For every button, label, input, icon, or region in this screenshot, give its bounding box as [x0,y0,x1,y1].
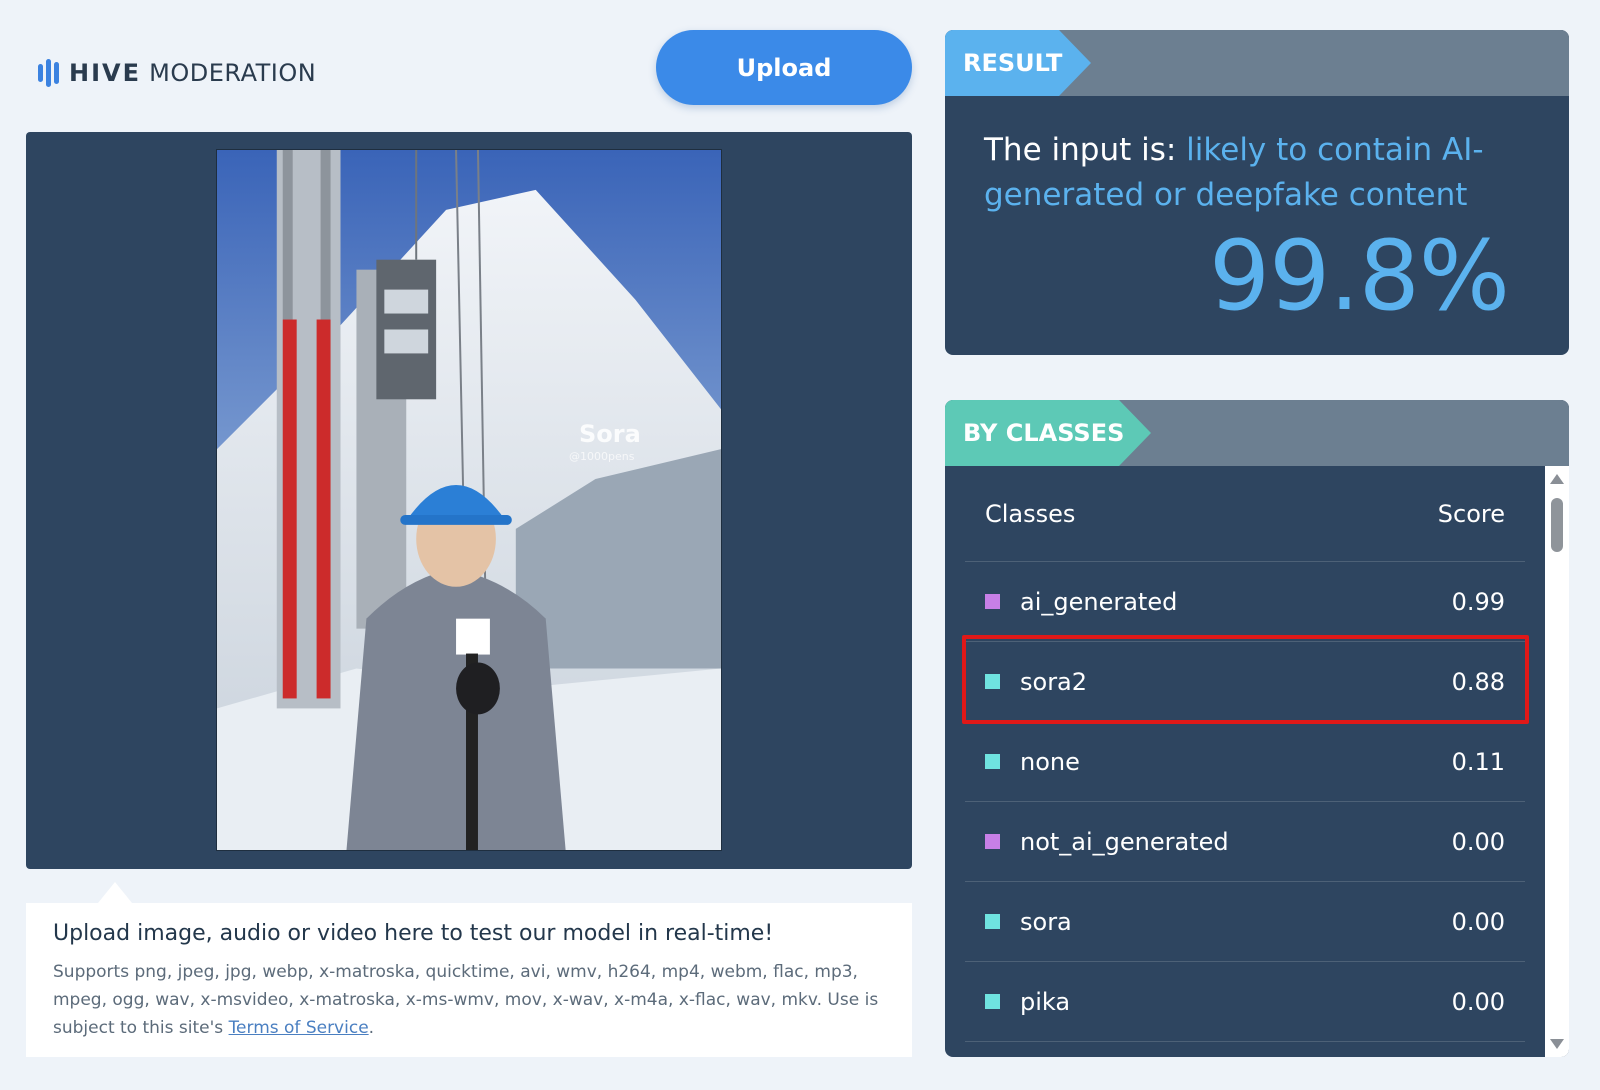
logo-brand-bold: HIVE [69,59,141,87]
classes-table-header: Classes Score [965,466,1525,562]
class-row-left: none [985,748,1080,776]
scroll-thumb[interactable] [1551,498,1563,552]
class-score: 0.99 [1451,587,1505,616]
class-row-none: none 0.11 [965,722,1525,802]
class-score: 0.00 [1451,987,1505,1016]
media-preview-panel[interactable]: Sora @1000pens [26,132,912,869]
upload-info-box: Upload image, audio or video here to tes… [26,903,912,1057]
supported-formats-text: Supports png, jpeg, jpg, webp, x-matrosk… [53,962,879,1038]
class-color-swatch [985,674,1000,689]
class-color-swatch [985,834,1000,849]
class-name: sora2 [1020,667,1088,696]
terms-of-service-link[interactable]: Terms of Service [229,1018,369,1038]
info-pointer [98,882,132,903]
class-row-ai-generated: ai_generated 0.99 [965,562,1525,642]
hive-moderation-logo[interactable]: HIVE MODERATION [38,58,316,88]
score-column-header: Score [1437,499,1505,528]
result-header: RESULT [945,30,1569,96]
class-color-swatch [985,994,1000,1009]
result-statement: The input is: likely to contain AI-gener… [984,128,1514,218]
class-name: sora [1020,907,1072,936]
class-color-swatch [985,594,1000,609]
classes-scrollbar[interactable] [1545,466,1569,1057]
class-row-left: not_ai_generated [985,828,1229,856]
upload-info-description: Supports png, jpeg, jpg, webp, x-matrosk… [53,958,885,1042]
classes-header: BY CLASSES [945,400,1569,466]
class-row-sora: sora 0.00 [965,882,1525,962]
sora-watermark: Sora [579,420,641,448]
classes-column-header: Classes [985,499,1076,528]
logo-brand-rest: MODERATION [149,59,317,87]
scroll-up-arrow-icon[interactable] [1550,474,1564,484]
class-row-pika: pika 0.00 [965,962,1525,1042]
description-end: . [368,1018,375,1038]
class-color-swatch [985,914,1000,929]
class-row-left: pika [985,988,1070,1016]
upload-button[interactable]: Upload [656,30,912,105]
class-row-left: ai_generated [985,588,1177,616]
class-name: pika [1020,987,1071,1016]
class-row-not-ai-generated: not_ai_generated 0.00 [965,802,1525,882]
result-prefix: The input is: [984,132,1187,168]
class-name: ai_generated [1020,587,1178,616]
by-classes-tag: BY CLASSES [945,400,1151,466]
class-name: none [1020,747,1080,776]
class-score: 0.88 [1451,667,1505,696]
class-color-swatch [985,754,1000,769]
class-row-left: sora2 [985,668,1087,696]
uploaded-video-frame: Sora @1000pens [216,149,722,851]
result-tag: RESULT [945,30,1091,96]
class-row-left: sora [985,908,1072,936]
class-name: not_ai_generated [1020,827,1229,856]
class-score: 0.00 [1451,827,1505,856]
class-score: 0.00 [1451,907,1505,936]
sora-watermark-handle: @1000pens [569,450,635,463]
result-percentage: 99.8% [1209,220,1510,332]
scroll-down-arrow-icon[interactable] [1550,1039,1564,1049]
class-row-sora2: sora2 0.88 [965,642,1525,722]
upload-info-title: Upload image, audio or video here to tes… [53,921,774,946]
class-score: 0.11 [1451,747,1505,776]
classes-table[interactable]: Classes Score ai_generated 0.99 sora2 0.88 n… [965,466,1525,1042]
result-card: RESULT The input is: likely to contain A… [945,30,1569,355]
classes-card: BY CLASSES Classes Score ai_generated 0.9… [945,400,1569,1057]
hive-bars-icon [38,58,59,88]
